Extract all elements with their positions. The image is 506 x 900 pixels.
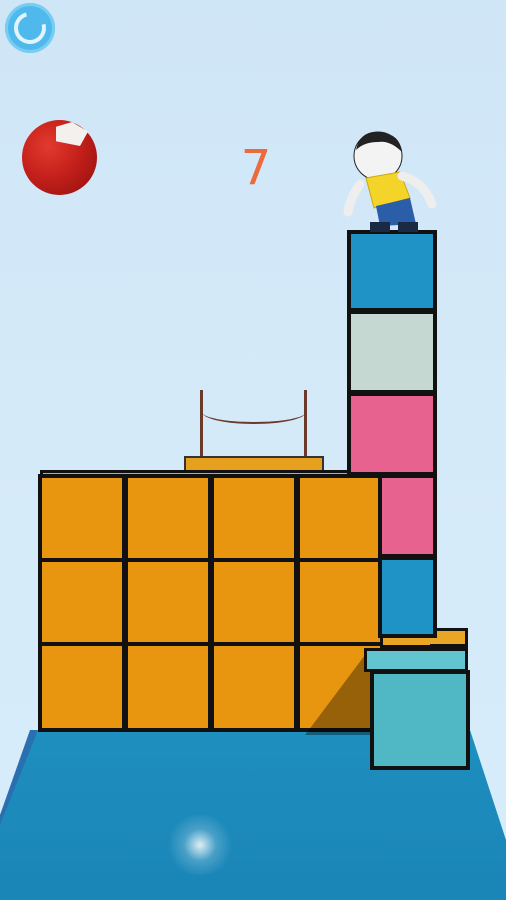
wall-cube xyxy=(38,642,126,732)
score-counter: 7 xyxy=(240,140,272,196)
tower-cube-pink xyxy=(347,392,437,476)
wall-cube xyxy=(38,558,126,646)
tower-cube-blue-lower xyxy=(378,556,437,638)
tower-cube-pink-lower xyxy=(378,474,437,558)
wall-cube xyxy=(124,474,212,562)
wall-cube xyxy=(124,558,212,646)
wall-cube xyxy=(210,474,298,562)
teal-cube xyxy=(370,670,470,770)
tower-cube-top xyxy=(347,230,437,312)
wall-cube xyxy=(210,558,298,646)
touch-glow xyxy=(165,815,235,875)
goal-flag-rope xyxy=(202,400,306,424)
wall-cube xyxy=(124,642,212,732)
teal-cube-top xyxy=(364,648,468,672)
wall-cube xyxy=(296,558,384,646)
tower-cube-gray xyxy=(347,310,437,394)
player-character xyxy=(343,131,437,232)
wall-cube xyxy=(296,474,384,562)
wall-cube xyxy=(38,474,126,562)
wall-cube xyxy=(210,642,298,732)
